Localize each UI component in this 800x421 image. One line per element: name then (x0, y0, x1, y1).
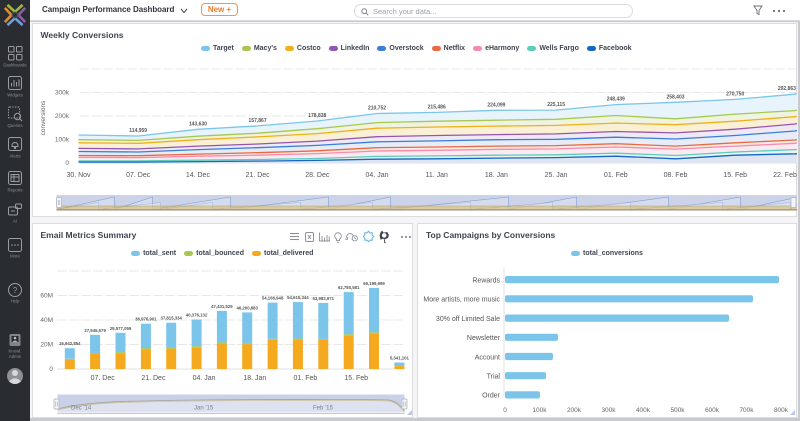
svg-text:30% off Limited Sale: 30% off Limited Sale (436, 316, 500, 323)
svg-text:15. Feb: 15. Feb (723, 172, 747, 179)
svg-text:157,867: 157,867 (248, 118, 266, 124)
svg-text:04. Jan: 04. Jan (192, 375, 215, 382)
svg-text:292,863: 292,863 (777, 86, 795, 92)
svg-text:28. Dec: 28. Dec (305, 172, 330, 179)
svg-text:114,959: 114,959 (129, 128, 147, 134)
svg-text:40M: 40M (40, 317, 53, 324)
svg-text:36,976,901: 36,976,901 (135, 317, 157, 322)
svg-text:07. Dec: 07. Dec (126, 172, 151, 179)
svg-text:40,376,132: 40,376,132 (185, 313, 207, 318)
svg-text:Trial: Trial (487, 374, 501, 381)
svg-text:21. Dec: 21. Dec (141, 375, 166, 382)
svg-text:Dec '14: Dec '14 (71, 406, 92, 412)
svg-text:Newsletter: Newsletter (467, 335, 501, 342)
svg-text:25. Jan: 25. Jan (544, 172, 567, 179)
svg-text:300k: 300k (601, 407, 616, 414)
svg-text:More artists, more music: More artists, more music (423, 297, 500, 304)
svg-text:?: ? (13, 286, 18, 295)
svg-text:100k: 100k (532, 407, 547, 414)
svg-text:700k: 700k (739, 407, 754, 414)
svg-text:0: 0 (65, 160, 69, 167)
svg-text:66,199,699: 66,199,699 (363, 281, 385, 286)
svg-text:More: More (10, 254, 20, 259)
svg-text:248,439: 248,439 (606, 97, 624, 103)
svg-text:62,780,581: 62,780,581 (337, 285, 359, 290)
svg-text:Queries: Queries (7, 123, 22, 128)
svg-text:Rewards: Rewards (472, 277, 500, 284)
svg-text:400k: 400k (636, 407, 651, 414)
svg-text:30. Nov: 30. Nov (66, 172, 91, 179)
svg-text:46,200,883: 46,200,883 (236, 305, 258, 310)
svg-text:22. Feb: 22. Feb (773, 172, 797, 179)
svg-text:800k: 800k (774, 407, 789, 414)
svg-text:Order: Order (482, 393, 501, 400)
svg-text:04. Jan: 04. Jan (365, 172, 388, 179)
svg-text:224,099: 224,099 (487, 102, 505, 108)
svg-text:15. Feb: 15. Feb (344, 375, 368, 382)
svg-text:54,166,948: 54,166,948 (261, 296, 283, 301)
svg-text:178,838: 178,838 (308, 113, 326, 119)
svg-text:0: 0 (503, 407, 507, 414)
svg-text:01. Feb: 01. Feb (293, 375, 317, 382)
svg-text:143,630: 143,630 (188, 121, 206, 127)
svg-text:07. Dec: 07. Dec (90, 375, 115, 382)
svg-text:Alerts: Alerts (10, 154, 21, 159)
svg-text:AI: AI (13, 219, 17, 224)
svg-text:Jan '15: Jan '15 (194, 406, 214, 412)
svg-text:270,750: 270,750 (726, 91, 744, 97)
svg-text:300k: 300k (54, 90, 69, 97)
svg-text:5,341,101: 5,341,101 (389, 356, 409, 361)
svg-text:Knowl.: Knowl. (9, 349, 22, 354)
svg-text:60M: 60M (40, 293, 53, 300)
svg-text:18. Jan: 18. Jan (484, 172, 507, 179)
svg-text:53,983,971: 53,983,971 (312, 296, 334, 301)
svg-text:500k: 500k (670, 407, 685, 414)
svg-text:54,615,344: 54,615,344 (287, 295, 309, 300)
svg-text:0: 0 (49, 366, 53, 373)
svg-text:200k: 200k (54, 113, 69, 120)
svg-text:11. Jan: 11. Jan (425, 172, 448, 179)
svg-text:210,752: 210,752 (367, 106, 385, 112)
svg-text:37,815,334: 37,815,334 (160, 316, 182, 321)
svg-text:Dashboards: Dashboards (3, 63, 26, 68)
svg-text:01. Feb: 01. Feb (603, 172, 627, 179)
svg-text:47,431,529: 47,431,529 (211, 304, 233, 309)
svg-text:Admin: Admin (9, 354, 22, 359)
svg-text:Help: Help (11, 299, 20, 304)
svg-text:Widgets: Widgets (7, 93, 23, 98)
svg-text:100k: 100k (54, 137, 69, 144)
svg-text:18. Jan: 18. Jan (243, 375, 266, 382)
svg-text:20M: 20M (40, 342, 53, 349)
svg-text:27,945,579: 27,945,579 (84, 328, 106, 333)
svg-text:Account: Account (475, 354, 500, 361)
svg-text:600k: 600k (705, 407, 720, 414)
svg-text:21. Dec: 21. Dec (245, 172, 270, 179)
svg-text:14. Dec: 14. Dec (185, 172, 210, 179)
svg-text:258,403: 258,403 (666, 94, 684, 100)
svg-text:215,486: 215,486 (427, 104, 445, 110)
svg-text:16,942,854: 16,942,854 (59, 341, 81, 346)
svg-text:Reports: Reports (7, 188, 22, 193)
svg-text:29,577,059: 29,577,059 (109, 326, 131, 331)
svg-text:Feb '15: Feb '15 (313, 406, 333, 412)
svg-text:08. Feb: 08. Feb (663, 172, 687, 179)
svg-text:200k: 200k (567, 407, 582, 414)
svg-text:conversions: conversions (40, 100, 47, 135)
svg-text:225,115: 225,115 (547, 102, 565, 108)
